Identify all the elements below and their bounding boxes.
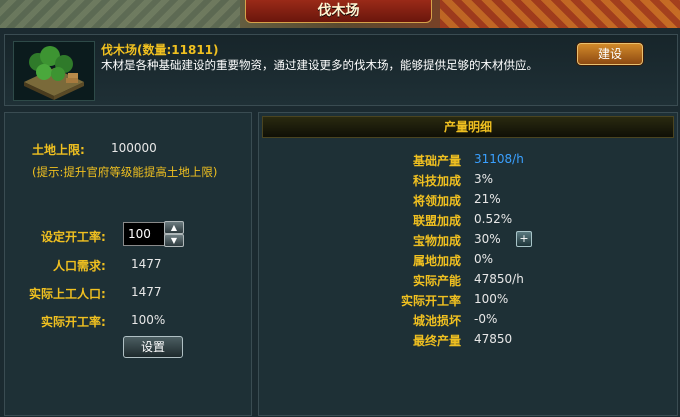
work-rate-input[interactable]: 100 <box>123 222 165 246</box>
set-button[interactable]: 设置 <box>123 336 183 358</box>
land-limit-label: 土地上限: <box>32 143 85 157</box>
production-row-label: 联盟加成 <box>412 214 461 228</box>
production-row-value: 47850 <box>474 332 513 346</box>
production-row-label: 基础产量 <box>412 154 461 168</box>
arrow-up-icon[interactable]: ▲ <box>164 221 184 234</box>
land-limit-value: 100000 <box>111 141 157 155</box>
production-row-value: 30% <box>474 232 501 246</box>
actual-rate-value: 100% <box>131 313 166 327</box>
building-description: 木材是各种基础建设的重要物资，通过建设更多的伐木场，能够提供足够的木材供应。 <box>101 58 538 72</box>
production-row-value: 21% <box>474 192 501 206</box>
lumber-mill-icon <box>13 41 95 101</box>
production-row-label: 宝物加成 <box>412 234 461 248</box>
production-row-value: 31108/h <box>474 152 524 166</box>
production-row-value: 0% <box>474 252 494 266</box>
arrow-down-icon[interactable]: ▼ <box>164 234 184 247</box>
actual-workers-value: 1477 <box>131 285 162 299</box>
actual-workers-label: 实际上工人口: <box>29 287 106 301</box>
work-rate-stepper: ▲ ▼ <box>164 221 184 247</box>
production-row-label: 实际产能 <box>412 274 461 288</box>
population-need-value: 1477 <box>131 257 162 271</box>
production-row-label: 实际开工率 <box>400 294 461 308</box>
plus-icon[interactable]: + <box>516 231 532 247</box>
window-title: 伐木场 <box>245 0 432 23</box>
production-row-label: 科技加成 <box>412 174 461 188</box>
production-row-value: 100% <box>474 292 509 306</box>
building-header: 伐木场(数量:11811) 木材是各种基础建设的重要物资，通过建设更多的伐木场，… <box>4 34 678 106</box>
actual-rate-label: 实际开工率: <box>41 315 106 329</box>
land-limit-hint: (提示:提升官府等级能提高土地上限) <box>32 165 218 179</box>
production-row-label: 属地加成 <box>412 254 461 268</box>
production-row-value: 47850/h <box>474 272 524 286</box>
build-button[interactable]: 建设 <box>577 43 643 65</box>
building-name-quantity: 伐木场(数量:11811) <box>101 43 219 57</box>
banner-scenery-right <box>440 0 680 28</box>
production-detail-panel <box>258 112 678 416</box>
production-row-value: -0% <box>474 312 498 326</box>
production-row-label: 城池损坏 <box>412 314 461 328</box>
production-row-value: 0.52% <box>474 212 513 226</box>
banner-scenery-left <box>0 0 240 28</box>
production-row-label: 将领加成 <box>412 194 461 208</box>
production-detail-heading: 产量明细 <box>262 116 674 138</box>
production-row-label: 最终产量 <box>412 334 461 348</box>
production-row-value: 3% <box>474 172 494 186</box>
population-need-label: 人口需求: <box>53 259 106 273</box>
work-rate-label: 设定开工率: <box>41 230 106 244</box>
